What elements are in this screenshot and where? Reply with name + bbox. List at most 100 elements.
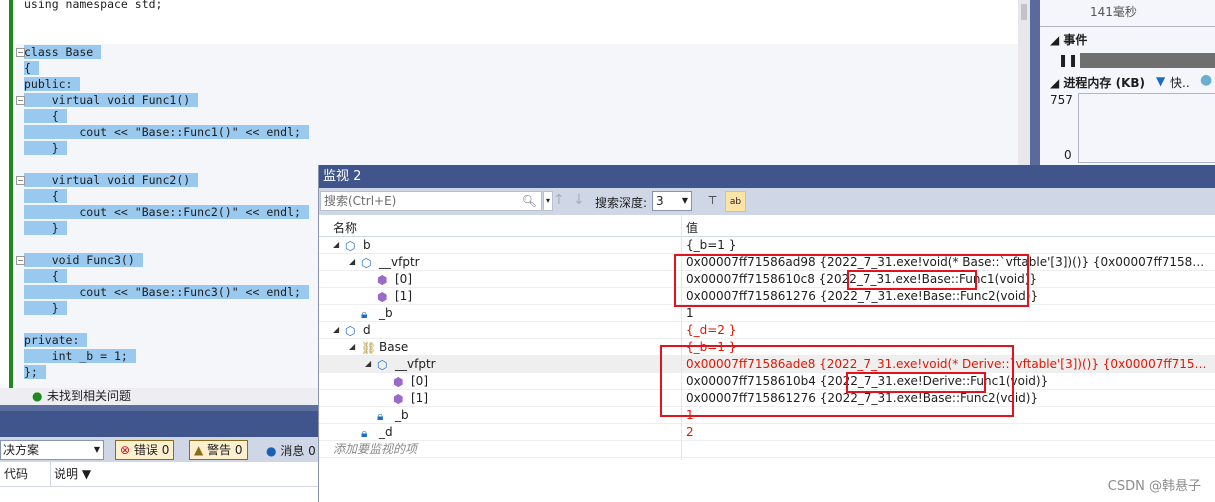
search-input[interactable]: 搜索(Ctrl+E) 🔍︎ <box>320 191 542 211</box>
private-bytes-legend-icon: ● <box>1200 72 1213 88</box>
add-watch-item[interactable]: 添加要监视的项 <box>319 441 1215 458</box>
code-line: class Base <box>24 44 102 60</box>
watch-row[interactable]: ⬢ [1] 0x00007ff715861276 {2022_7_31.exe!Ba… <box>319 390 1215 407</box>
warning-icon: ▲ <box>194 443 204 457</box>
memory-section[interactable]: ◢ 进程内存 (KB) <box>1050 74 1145 91</box>
search-icon[interactable]: 🔍︎ <box>522 192 537 210</box>
method-icon: ⬢ <box>393 375 404 389</box>
column-code[interactable]: 代码 <box>4 462 28 487</box>
scope-select[interactable]: 决方案 ▼ <box>0 440 104 460</box>
snapshot-legend: 快.. <box>1170 76 1190 90</box>
code-line: private: <box>24 332 88 348</box>
watch-value: {_b=1 } <box>686 340 737 354</box>
add-watch-placeholder: 添加要监视的项 <box>333 442 418 456</box>
pin-icon[interactable]: ⊤ <box>702 191 723 212</box>
code-line: { <box>24 108 67 124</box>
column-description-label: 说明 <box>54 467 79 481</box>
search-previous-icon[interactable]: ↑ <box>553 192 565 208</box>
editor-scrollbar[interactable] <box>1018 0 1030 165</box>
scroll-thumb[interactable] <box>1021 4 1027 20</box>
code-line: int _b = 1; <box>24 348 136 364</box>
errors-filter[interactable]: ⊗ 错误 0 <box>115 440 175 460</box>
watch-value: 0x00007ff71586ad98 {2022_7_31.exe!void(*… <box>686 255 1211 269</box>
code-text: cout << "Base::Func1()" << endl; <box>24 125 309 139</box>
fold-toggle[interactable]: − <box>16 48 25 57</box>
watch-row[interactable]: ◢ ⬡ __vfptr 0x00007ff71586ade8 {2022_7_31.e… <box>319 356 1215 373</box>
watch-name: b <box>363 238 371 252</box>
timeline-time: 141毫秒 <box>1090 5 1137 19</box>
watch-row[interactable]: 🔒︎ _b 1 <box>319 305 1215 322</box>
watch-row[interactable]: 🔒︎ _b 1 <box>319 407 1215 424</box>
watch-row[interactable]: ◢ ⛓︎ Base {_b=1 } <box>319 339 1215 356</box>
search-depth-select[interactable]: 3 ▼ <box>652 191 692 211</box>
code-line: cout << "Base::Func2()" << endl; <box>24 204 309 220</box>
private-field-icon: 🔒︎ <box>361 307 368 321</box>
code-text: { <box>24 109 67 123</box>
expand-toggle[interactable]: ◢ <box>333 237 339 253</box>
snapshot-legend-icon: ▼ <box>1156 74 1166 88</box>
watch-row[interactable]: ◢ ⬡ b {_b=1 } <box>319 237 1215 254</box>
code-text: int _b = 1; <box>24 349 136 363</box>
code-line: void Func3() <box>24 252 143 268</box>
watch-name: d <box>363 323 371 337</box>
watch-name: __vfptr <box>395 357 436 371</box>
code-text: virtual void Func1() <box>24 93 199 107</box>
pause-icon[interactable]: ❚❚ <box>1058 53 1078 67</box>
fold-toggle[interactable]: − <box>16 96 25 105</box>
expand-toggle[interactable]: ◢ <box>349 254 355 270</box>
watch-name: [0] <box>411 374 428 388</box>
error-list-header: 代码 说明 ▼ <box>0 462 318 487</box>
variable-icon: ⬡ <box>361 256 372 270</box>
watch-row[interactable]: ⬢ [0] 0x00007ff7158610c8 {2022_7_31.exe!Ba… <box>319 271 1215 288</box>
messages-filter[interactable]: ● 消息 0 <box>266 442 316 459</box>
code-text: } <box>24 301 67 315</box>
info-icon: ● <box>266 444 277 458</box>
watch-value: {_d=2 } <box>686 323 737 337</box>
expand-toggle[interactable]: ◢ <box>349 339 355 355</box>
search-dropdown[interactable]: ▾ <box>543 191 553 211</box>
events-section[interactable]: ◢ 事件 <box>1050 31 1087 48</box>
column-description[interactable]: 说明 ▼ <box>54 462 91 487</box>
watch-value: 0x00007ff7158610c8 {2022_7_31.exe!Base::… <box>686 272 1038 286</box>
issues-status[interactable]: 未找到相关问题 <box>47 388 131 405</box>
change-marker <box>9 0 13 388</box>
search-depth-label: 搜索深度: <box>595 196 648 210</box>
chevron-down-icon: ▼ <box>681 196 688 205</box>
watch-title[interactable]: 监视 2 <box>319 165 1215 188</box>
hex-display-icon[interactable]: ab <box>725 191 746 212</box>
warnings-label: 警告 0 <box>207 443 243 457</box>
watch-value: 0x00007ff71586ade8 {2022_7_31.exe!void(*… <box>686 357 1211 371</box>
private-field-icon: 🔒︎ <box>377 409 384 423</box>
column-value[interactable]: 值 <box>686 219 698 236</box>
watch-row[interactable]: ⬢ [1] 0x00007ff715861276 {2022_7_31.exe!Ba… <box>319 288 1215 305</box>
search-depth-value: 3 <box>656 194 664 208</box>
code-text: public: <box>24 77 81 91</box>
watch-window: 监视 2 搜索(Ctrl+E) 🔍︎ ▾ ↑ ↓ 搜索深度: 3 ▼ ⊤ ab 名称… <box>318 165 1215 502</box>
base-class-icon: ⛓︎ <box>361 341 377 355</box>
search-placeholder: 搜索(Ctrl+E) <box>324 194 397 208</box>
watch-value: 0x00007ff715861276 {2022_7_31.exe!Base::… <box>686 289 1039 303</box>
code-text: { <box>24 61 39 75</box>
method-icon: ⬢ <box>393 392 404 406</box>
fold-toggle[interactable]: − <box>16 176 25 185</box>
watch-row[interactable]: 🔒︎ _d 2 <box>319 424 1215 441</box>
fold-toggle[interactable]: − <box>16 256 25 265</box>
code-line: using namespace std; <box>24 0 162 12</box>
column-separator[interactable] <box>681 215 682 460</box>
code-line: { <box>24 188 67 204</box>
watch-row[interactable]: ◢ ⬡ __vfptr 0x00007ff71586ad98 {2022_7_31.e… <box>319 254 1215 271</box>
memory-label: 进程内存 (KB) <box>1063 76 1145 90</box>
code-text: virtual void Func2() <box>24 173 199 187</box>
column-name[interactable]: 名称 <box>333 219 357 236</box>
watch-row[interactable]: ⬢ [0] 0x00007ff7158610b4 {2022_7_31.exe!De… <box>319 373 1215 390</box>
expand-toggle[interactable]: ◢ <box>333 322 339 338</box>
error-list-toolbar: 决方案 ▼ ⊗ 错误 0 ▲ 警告 0 ● 消息 0 <box>0 437 318 462</box>
error-icon: ⊗ <box>120 443 131 457</box>
search-next-icon[interactable]: ↓ <box>573 192 585 208</box>
expand-toggle[interactable]: ◢ <box>365 356 371 372</box>
watch-name: _d <box>379 425 393 439</box>
diagnostic-tools-panel: 141毫秒 ◢ 事件 ❚❚ ◢ 进程内存 (KB) ▼ 快.. ● 757 0 <box>1030 0 1215 165</box>
watch-row[interactable]: ◢ ⬡ d {_d=2 } <box>319 322 1215 339</box>
warnings-filter[interactable]: ▲ 警告 0 <box>189 440 248 460</box>
variable-icon: ⬡ <box>377 358 388 372</box>
